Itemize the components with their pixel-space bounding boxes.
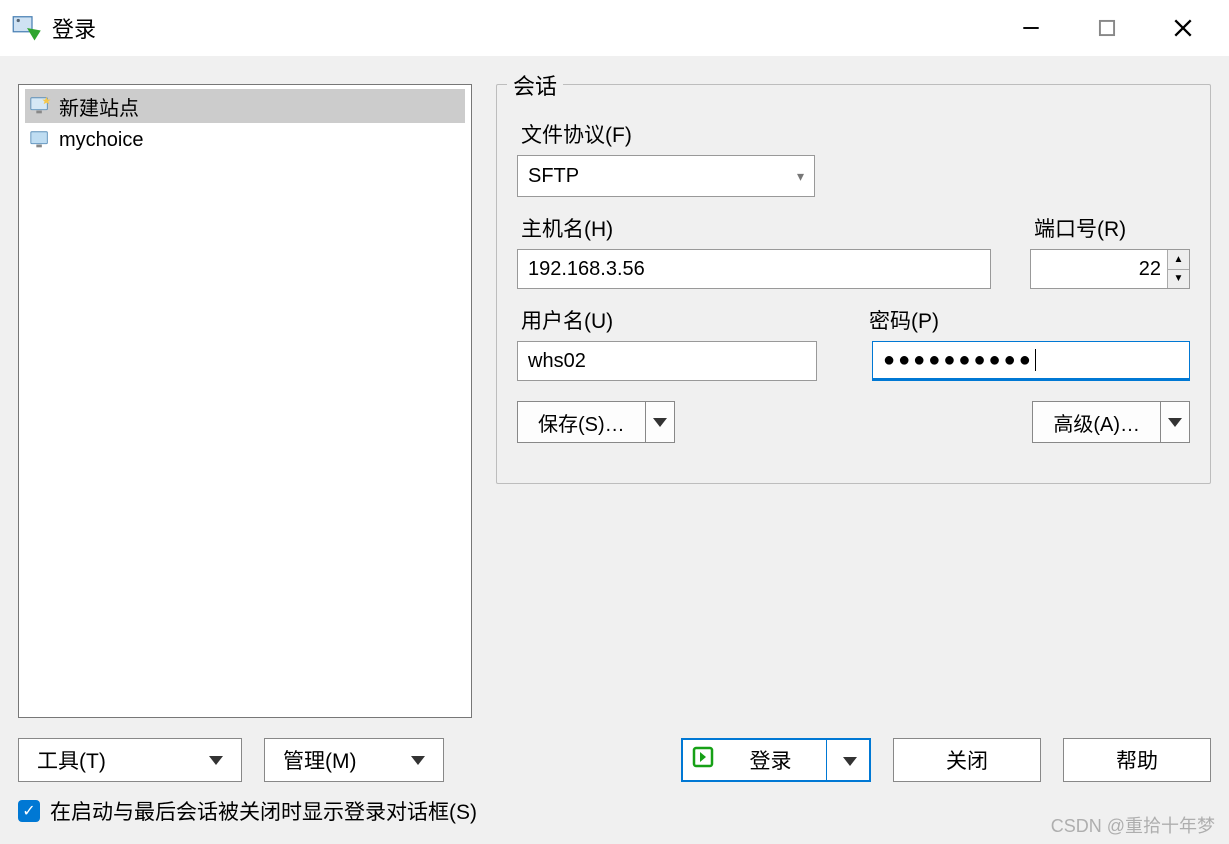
port-spinner[interactable]: ▲▼ xyxy=(1167,250,1189,288)
help-button[interactable]: 帮助 xyxy=(1063,738,1211,782)
triangle-down-icon xyxy=(653,418,667,427)
watermark: CSDN @重拾十年梦 xyxy=(1051,812,1215,838)
maximize-button[interactable] xyxy=(1069,0,1145,56)
triangle-down-icon xyxy=(209,756,223,765)
site-item-mychoice[interactable]: mychoice xyxy=(25,123,465,157)
help-label: 帮助 xyxy=(1116,745,1158,775)
site-list[interactable]: 新建站点 mychoice xyxy=(18,84,472,718)
port-value: 22 xyxy=(1041,258,1167,281)
advanced-button-dropdown[interactable] xyxy=(1161,402,1189,442)
triangle-down-icon xyxy=(1168,418,1182,427)
dialog-body: 新建站点 mychoice 会话 文件协议(F) SFTP ▾ 主机名(H) xyxy=(0,56,1229,844)
save-button[interactable]: 保存(S)… xyxy=(517,401,675,443)
port-label: 端口号(R) xyxy=(1034,213,1190,243)
user-label: 用户名(U) xyxy=(521,305,817,335)
save-button-dropdown[interactable] xyxy=(646,402,674,442)
checkbox-checked-icon[interactable]: ✓ xyxy=(18,800,40,822)
app-icon xyxy=(12,13,42,43)
protocol-value: SFTP xyxy=(528,165,579,188)
text-caret xyxy=(1035,349,1036,371)
show-on-start-row[interactable]: ✓ 在启动与最后会话被关闭时显示登录对话框(S) xyxy=(18,796,1211,826)
login-arrow-icon xyxy=(691,745,715,775)
monitor-star-icon xyxy=(29,95,51,117)
password-label: 密码(P) xyxy=(869,305,939,335)
close-button[interactable] xyxy=(1145,0,1221,56)
tools-button[interactable]: 工具(T) xyxy=(18,738,242,782)
host-label: 主机名(H) xyxy=(521,213,1008,243)
manage-label: 管理(M) xyxy=(283,745,356,775)
chevron-down-icon: ▾ xyxy=(797,168,804,185)
spin-down-icon[interactable]: ▼ xyxy=(1168,270,1189,289)
user-input[interactable] xyxy=(517,341,817,381)
host-input[interactable] xyxy=(517,249,991,289)
password-mask: ●●●●●●●●●● xyxy=(883,349,1034,372)
triangle-down-icon xyxy=(843,757,857,766)
show-on-start-label: 在启动与最后会话被关闭时显示登录对话框(S) xyxy=(50,796,477,826)
advanced-button[interactable]: 高级(A)… xyxy=(1032,401,1190,443)
window-title: 登录 xyxy=(52,12,96,44)
login-dropdown[interactable] xyxy=(839,748,861,772)
protocol-select[interactable]: SFTP ▾ xyxy=(517,155,815,197)
triangle-down-icon xyxy=(411,756,425,765)
upper-area: 新建站点 mychoice 会话 文件协议(F) SFTP ▾ 主机名(H) xyxy=(18,56,1211,722)
monitor-icon xyxy=(29,129,51,151)
minimize-button[interactable] xyxy=(993,0,1069,56)
port-input[interactable]: 22 ▲▼ xyxy=(1030,249,1190,289)
title-bar: 登录 xyxy=(0,0,1229,56)
close-label: 关闭 xyxy=(946,745,988,775)
manage-button[interactable]: 管理(M) xyxy=(264,738,444,782)
site-item-label: mychoice xyxy=(59,129,143,152)
session-panel-title: 会话 xyxy=(507,69,563,101)
session-panel: 会话 文件协议(F) SFTP ▾ 主机名(H) 端口号(R) 22 xyxy=(496,84,1211,484)
login-label: 登录 xyxy=(727,745,814,775)
password-input[interactable]: ●●●●●●●●●● xyxy=(872,341,1190,381)
advanced-button-label: 高级(A)… xyxy=(1033,402,1161,442)
close-dialog-button[interactable]: 关闭 xyxy=(893,738,1041,782)
login-button[interactable]: 登录 xyxy=(681,738,871,782)
save-button-label: 保存(S)… xyxy=(518,402,646,442)
site-item-new[interactable]: 新建站点 xyxy=(25,89,465,123)
site-item-label: 新建站点 xyxy=(59,92,139,121)
footer-buttons: 工具(T) 管理(M) 登录 关闭 帮助 xyxy=(18,738,1211,782)
protocol-label: 文件协议(F) xyxy=(521,119,1190,149)
spin-up-icon[interactable]: ▲ xyxy=(1168,250,1189,270)
tools-label: 工具(T) xyxy=(37,745,106,775)
